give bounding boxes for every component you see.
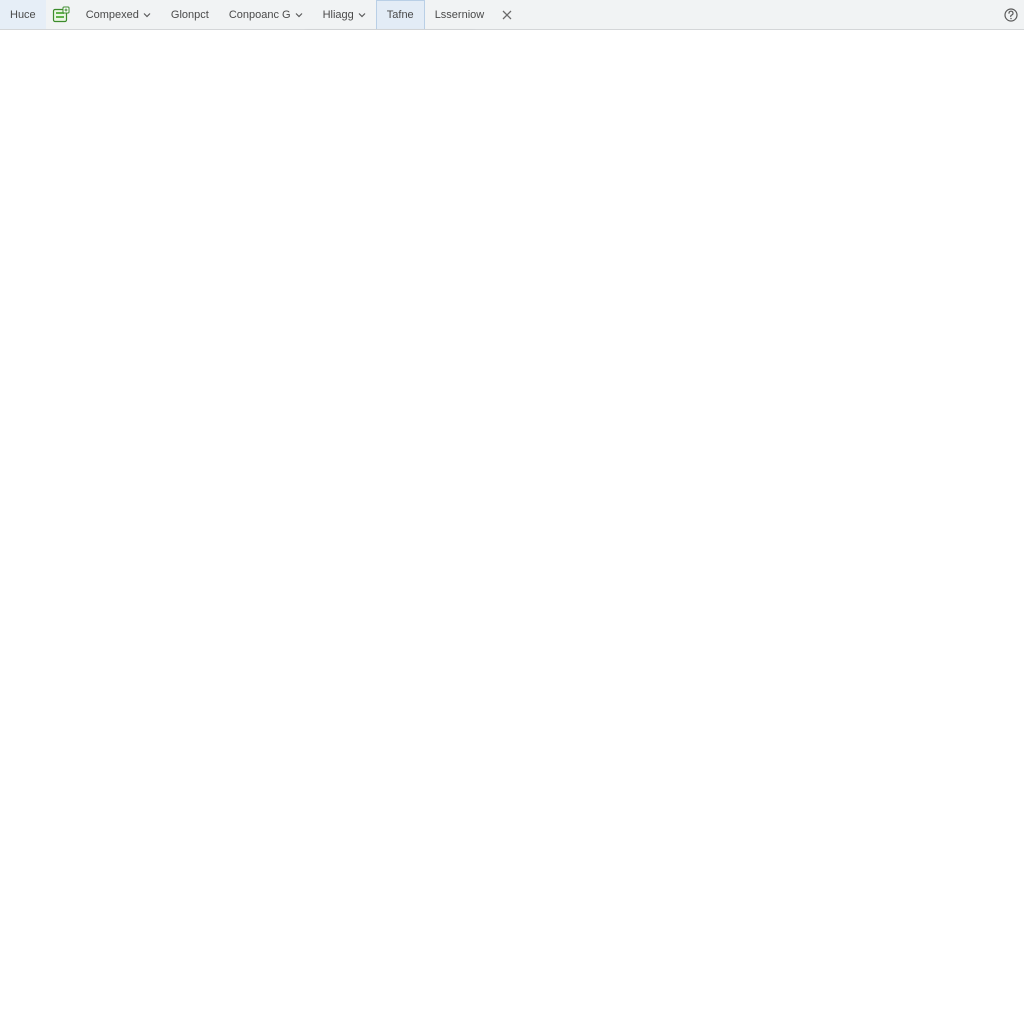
toolbar-item-3[interactable]: Conpoanc G: [219, 0, 313, 29]
toolbar: Huce Compexed Glonpct Conpoanc G Hliagg: [0, 0, 1024, 30]
chevron-down-icon: [295, 11, 303, 19]
toolbar-item-5[interactable]: Tafne: [376, 0, 425, 29]
archive-app-icon: [52, 6, 70, 24]
close-icon: [502, 10, 512, 20]
toolbar-right: [998, 0, 1024, 29]
toolbar-item-label: Lsserniow: [435, 9, 485, 21]
help-icon[interactable]: [1004, 8, 1018, 22]
toolbar-spacer: [520, 0, 998, 29]
chevron-down-icon: [143, 11, 151, 19]
toolbar-item-label: Hliagg: [323, 9, 354, 21]
toolbar-item-label: Conpoanc G: [229, 9, 291, 21]
toolbar-item-label: Tafne: [387, 9, 414, 21]
toolbar-app-icon[interactable]: [46, 0, 76, 29]
toolbar-item-6[interactable]: Lsserniow: [425, 0, 495, 29]
chevron-down-icon: [358, 11, 366, 19]
toolbar-item-label: Glonpct: [171, 9, 209, 21]
toolbar-item-label: Compexed: [86, 9, 139, 21]
toolbar-item-1[interactable]: Compexed: [76, 0, 161, 29]
toolbar-close[interactable]: [494, 0, 520, 29]
content-area: [0, 30, 1024, 1024]
toolbar-item-4[interactable]: Hliagg: [313, 0, 376, 29]
toolbar-item-label: Huce: [10, 9, 36, 21]
toolbar-item-0[interactable]: Huce: [0, 0, 46, 29]
toolbar-item-2[interactable]: Glonpct: [161, 0, 219, 29]
